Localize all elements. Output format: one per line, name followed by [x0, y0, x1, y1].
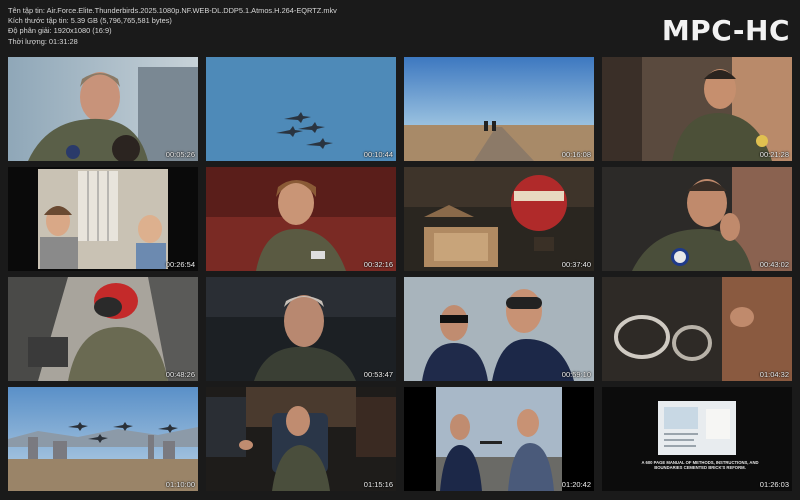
manual-document-image [602, 387, 792, 491]
thumbnail-6: 00:32:16 [206, 167, 396, 271]
timestamp: 01:20:42 [561, 480, 591, 489]
thumbnail-14: 01:15:16 [206, 387, 396, 491]
pilot-portrait-image [8, 57, 198, 161]
file-size-line: Kích thước tập tin: 5.39 GB (5,796,765,5… [8, 16, 172, 26]
older-officer-image [206, 277, 396, 381]
office-officer-image [206, 387, 396, 491]
thumbnail-7: 00:37:40 [404, 167, 594, 271]
vegas-flyover-image [8, 387, 198, 491]
thumbnail-8: 00:43:02 [602, 167, 792, 271]
thumbnail-10: 00:53:47 [206, 277, 396, 381]
timestamp: 00:21:28 [759, 150, 789, 159]
file-name-line: Tên tập tin: Air.Force.Elite.Thunderbird… [8, 6, 337, 15]
desert-road-image [404, 57, 594, 161]
timestamp: 00:43:02 [759, 260, 789, 269]
duration-line: Thời lượng: 01:31:28 [8, 36, 78, 46]
timestamp: 00:48:26 [165, 370, 195, 379]
timestamp: 00:37:40 [561, 260, 591, 269]
pilot-thinking-image [602, 167, 792, 271]
timestamp: 00:53:47 [363, 370, 393, 379]
thumbnail-grid: 00:05:26 00:10:44 00:16:08 00:21:28 00:2… [8, 57, 792, 491]
thumbnail-4: 00:21:28 [602, 57, 792, 161]
thumbnail-11: 00:59:10 [404, 277, 594, 381]
jets-formation-image [206, 57, 396, 161]
thumbnail-2: 00:10:44 [206, 57, 396, 161]
timestamp: 00:32:16 [363, 260, 393, 269]
timestamp: 00:59:10 [561, 370, 591, 379]
file-info: Tên tập tin: Air.Force.Elite.Thunderbird… [8, 6, 337, 47]
flight-crew-image [404, 277, 594, 381]
childhood-photo-image [8, 167, 198, 271]
timestamp: 00:26:54 [165, 260, 195, 269]
cockpit-pilot-image [8, 277, 198, 381]
timestamp: 01:26:03 [759, 480, 789, 489]
timestamp: 00:05:26 [165, 150, 195, 159]
timestamp: 01:15:16 [363, 480, 393, 489]
thumbnail-1: 00:05:26 [8, 57, 198, 161]
timestamp: 00:16:08 [561, 150, 591, 159]
thumbnail-5: 00:26:54 [8, 167, 198, 271]
timestamp: 01:10:00 [165, 480, 195, 489]
resolution-line: Độ phân giải: 1920x1080 (16:9) [8, 26, 112, 36]
pilot-interview-image [602, 57, 792, 161]
subtitle-caption: A 600 PAGE MANUAL OF METHODS, INSTRUCTIO… [641, 460, 759, 471]
timestamp: 00:10:44 [363, 150, 393, 159]
thumbnail-15: 01:20:42 [404, 387, 594, 491]
thumbnail-3: 00:16:08 [404, 57, 594, 161]
thumbnail-12: 01:04:32 [602, 277, 792, 381]
instrument-closeup-image [602, 277, 792, 381]
female-pilot-image [206, 167, 396, 271]
thumbnail-9: 00:48:26 [8, 277, 198, 381]
reporter-interview-image [404, 387, 594, 491]
thumbnail-16: A 600 PAGE MANUAL OF METHODS, INSTRUCTIO… [602, 387, 792, 491]
timestamp: 01:04:32 [759, 370, 789, 379]
mpc-hc-logo: MPC-HC [661, 14, 790, 47]
helmet-display-image [404, 167, 594, 271]
thumbnail-13: 01:10:00 [8, 387, 198, 491]
